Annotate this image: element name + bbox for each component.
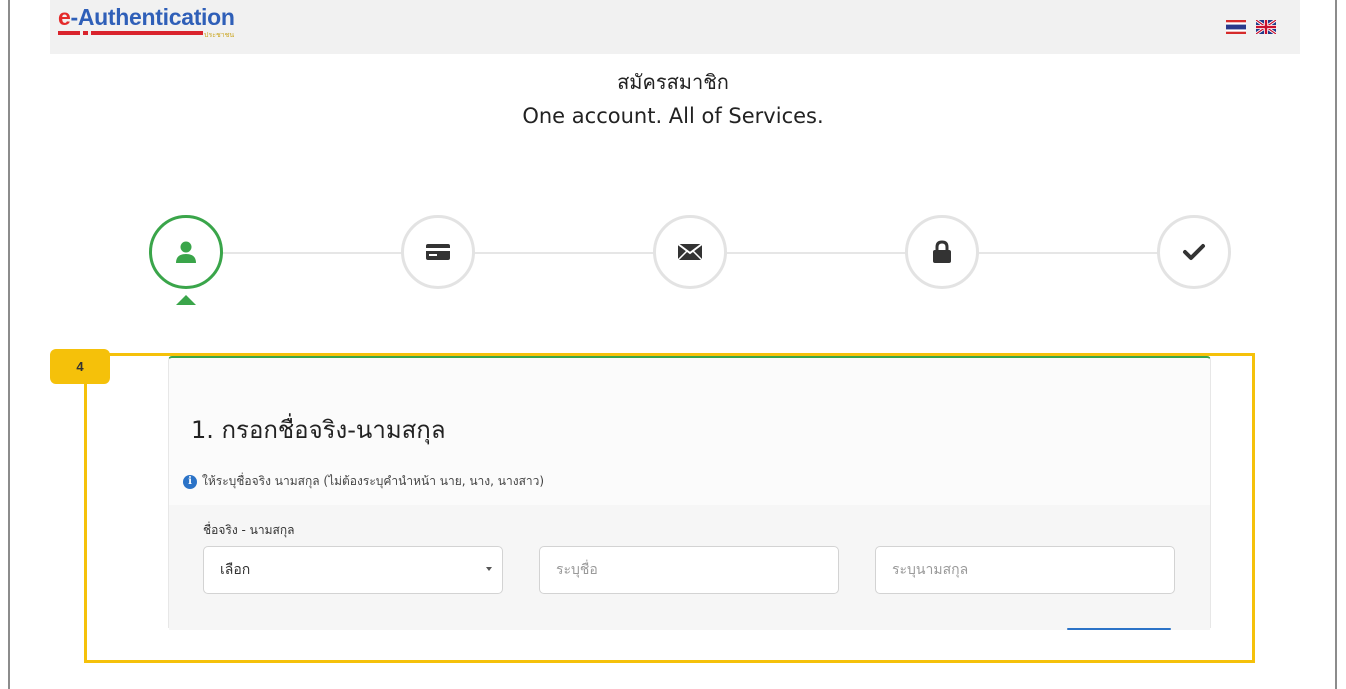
step-4-password[interactable] [905,215,979,289]
thai-flag-icon[interactable] [1226,20,1246,34]
annotation-badge: 4 [50,349,110,384]
first-name-input[interactable]: ระบุชื่อ [539,546,839,594]
dropdown-caret-icon [486,567,492,571]
e-authentication-logo[interactable]: e-Authentication ประชาชน [58,4,268,39]
step-3-email[interactable] [653,215,727,289]
logo-e-letter: e [58,4,71,30]
id-card-icon [426,244,450,260]
form-fields-area: ชื่อจริง - นามสกุล เลือก ระบุชื่อ ระบุนา… [169,505,1210,630]
info-note-text: ให้ระบุชื่อจริง นามสกุล (ไม่ต้องระบุคำนำ… [202,474,545,488]
info-note: i ให้ระบุชื่อจริง นามสกุล (ไม่ต้องระบุคำ… [183,472,544,491]
logo-text-rest: -Authentication [70,4,235,30]
name-prefix-select-value: เลือก [220,562,251,578]
last-name-input[interactable]: ระบุนามสกุล [875,546,1175,594]
name-prefix-select[interactable]: เลือก [203,546,503,594]
step-1-personal-info[interactable] [149,215,223,289]
uk-flag-icon[interactable] [1256,20,1276,34]
next-button-edge[interactable] [1067,628,1171,630]
name-form-card: 1. กรอกชื่อจริง-นามสกุล i ให้ระบุชื่อจริ… [168,356,1211,630]
envelope-icon [677,243,703,261]
page-title-thai: สมัครสมาชิก [617,70,729,94]
logo-subtext: ประชาชน [204,31,235,39]
step-5-complete[interactable] [1157,215,1231,289]
active-step-pointer [176,295,196,305]
checkmark-icon [1183,244,1205,260]
full-name-label: ชื่อจริง - นามสกุล [203,523,295,537]
form-step-title: 1. กรอกชื่อจริง-นามสกุล [191,416,446,444]
logo-text: e-Authentication [58,4,235,30]
user-icon [176,241,196,263]
step-2-id-card[interactable] [401,215,475,289]
page-subtitle-english: One account. All of Services. [522,104,824,128]
info-icon: i [183,474,197,489]
logo-underline [58,31,203,35]
lock-icon [933,240,951,263]
top-navbar: e-Authentication ประชาชน [50,0,1300,54]
